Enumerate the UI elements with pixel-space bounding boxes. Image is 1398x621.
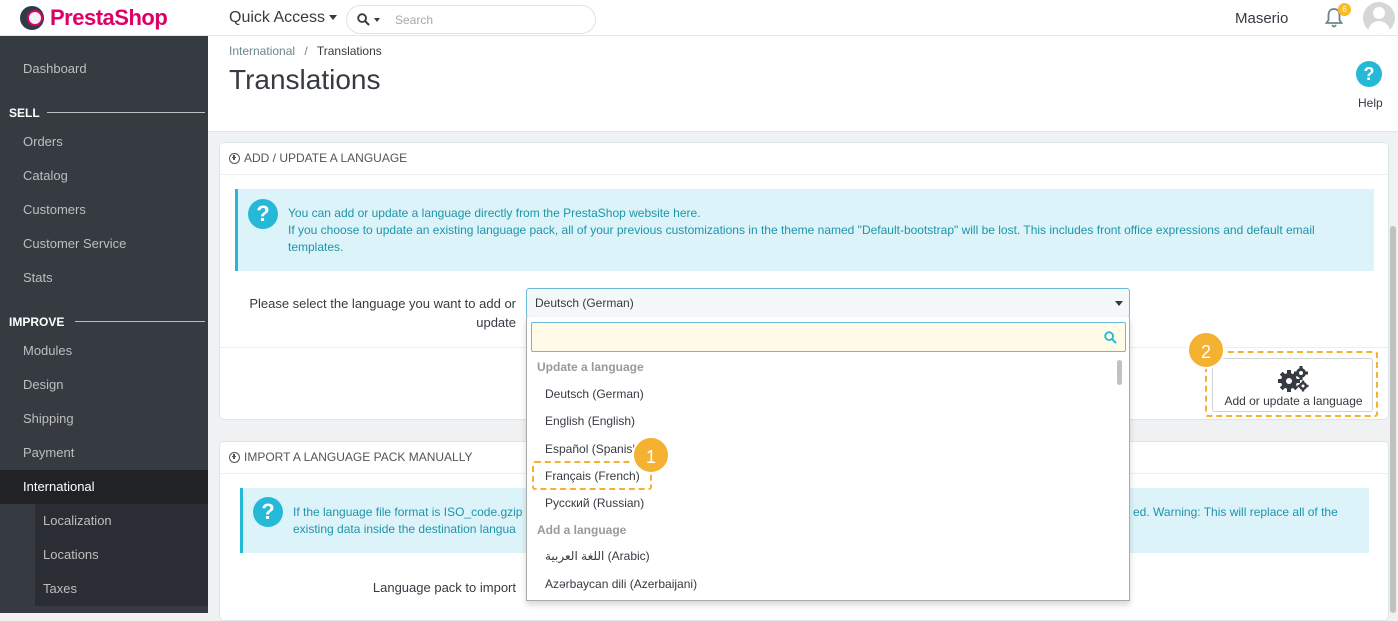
- step-2-highlight: [1205, 351, 1378, 417]
- panel-heading: IMPORT A LANGUAGE PACK MANUALLY: [229, 450, 473, 464]
- dropdown-option[interactable]: Русский (Russian): [545, 496, 644, 510]
- page-header: International / Translations Translation…: [208, 36, 1398, 132]
- puffin-icon: [20, 6, 44, 30]
- page-scrollbar[interactable]: [1390, 226, 1396, 613]
- search-input[interactable]: [395, 12, 585, 28]
- info-alert: ? You can add or update a language direc…: [235, 189, 1374, 271]
- sidebar-item-stats[interactable]: Stats: [0, 261, 208, 295]
- breadcrumb-current: Translations: [316, 44, 382, 58]
- alert-line: If you choose to update an existing lang…: [288, 223, 1315, 254]
- step-2-badge: 2: [1187, 331, 1225, 369]
- language-select-label: Please select the language you want to a…: [249, 296, 516, 330]
- panel-heading-text: IMPORT A LANGUAGE PACK MANUALLY: [244, 450, 473, 464]
- employee-name[interactable]: Maserio: [1235, 10, 1288, 27]
- question-icon: ?: [248, 199, 278, 229]
- sidebar-item-payment[interactable]: Payment: [0, 436, 208, 470]
- breadcrumb-parent[interactable]: International: [229, 44, 295, 58]
- caret-down-icon: [329, 15, 338, 21]
- help-icon[interactable]: ?: [1356, 61, 1382, 87]
- dropdown-option[interactable]: اللغة العربية (Arabic): [545, 549, 650, 563]
- plus-circle-icon: [229, 152, 240, 164]
- alert-line: You can add or update a language directl…: [288, 206, 701, 220]
- sidebar-item-customers[interactable]: Customers: [0, 193, 208, 227]
- alert-text: You can add or update a language directl…: [288, 205, 1358, 256]
- language-select-value: Deutsch (German): [535, 296, 634, 310]
- question-icon: ?: [253, 497, 283, 527]
- sidebar-section-improve: IMPROVE: [9, 315, 65, 329]
- dropdown-scrollbar[interactable]: [1117, 360, 1122, 385]
- language-select[interactable]: Deutsch (German): [526, 288, 1130, 318]
- panel-heading: ADD / UPDATE A LANGUAGE: [229, 151, 407, 165]
- section-divider: [75, 321, 205, 322]
- breadcrumb-separator: /: [304, 44, 308, 58]
- search-box: [346, 5, 596, 34]
- dropdown-option[interactable]: English (English): [545, 414, 635, 428]
- quick-access-label: Quick Access: [229, 9, 326, 26]
- sidebar-item-international[interactable]: International: [0, 470, 208, 504]
- sidebar-section-sell: SELL: [9, 106, 40, 120]
- caret-down-icon: [1115, 301, 1123, 306]
- sidebar-item-modules[interactable]: Modules: [0, 334, 208, 368]
- step-1-badge: 1: [632, 436, 670, 474]
- dropdown-option[interactable]: Deutsch (German): [545, 387, 644, 401]
- sidebar-item-customer-service[interactable]: Customer Service: [0, 227, 208, 261]
- avatar[interactable]: [1363, 2, 1395, 34]
- notification-count-badge: 6: [1338, 3, 1351, 16]
- sidebar-item-shipping[interactable]: Shipping: [0, 402, 208, 436]
- search-scope-caret-icon[interactable]: [374, 18, 380, 22]
- dropdown-group-label: Update a language: [537, 360, 644, 374]
- dropdown-group-label: Add a language: [537, 523, 627, 537]
- alert-text: If the language file format is ISO_code.…: [293, 504, 553, 538]
- alert-line: ed. Warning: This will replace all of th…: [1133, 505, 1338, 519]
- section-divider: [47, 112, 205, 113]
- panel-heading-text: ADD / UPDATE A LANGUAGE: [244, 151, 408, 165]
- search-icon[interactable]: [357, 13, 370, 26]
- logo-text: PrestaShop: [50, 5, 168, 30]
- dropdown-search-field[interactable]: [531, 322, 1126, 352]
- prestashop-logo[interactable]: PrestaShop: [20, 5, 168, 30]
- plus-circle-icon: [229, 451, 240, 463]
- sidebar-item-orders[interactable]: Orders: [0, 125, 208, 159]
- language-pack-label: Language pack to import: [372, 580, 516, 595]
- submenu-indent-strip: [0, 504, 35, 613]
- quick-access-menu[interactable]: Quick Access: [229, 9, 338, 27]
- language-dropdown: Update a language Deutsch (German) Engli…: [526, 317, 1130, 601]
- panel-divider: [220, 174, 1388, 175]
- page-title: Translations: [229, 64, 381, 95]
- step-1-highlight: [532, 461, 652, 490]
- sidebar: Dashboard SELL Orders Catalog Customers …: [0, 36, 208, 613]
- search-icon: [1104, 331, 1117, 344]
- help-label[interactable]: Help: [1358, 96, 1383, 110]
- sidebar-item-dashboard[interactable]: Dashboard: [0, 52, 208, 86]
- sidebar-item-design[interactable]: Design: [0, 368, 208, 402]
- sidebar-item-catalog[interactable]: Catalog: [0, 159, 208, 193]
- dropdown-option[interactable]: Azərbaycan dili (Azerbaijani): [545, 577, 697, 591]
- top-bar: PrestaShop Quick Access Maserio 6: [0, 0, 1398, 36]
- alert-line: If the language file format is ISO_code.…: [293, 505, 523, 519]
- alert-line: existing data inside the destination lan…: [293, 522, 516, 536]
- breadcrumb: International / Translations: [229, 44, 382, 58]
- dropdown-option[interactable]: Español (Spanish): [545, 442, 643, 456]
